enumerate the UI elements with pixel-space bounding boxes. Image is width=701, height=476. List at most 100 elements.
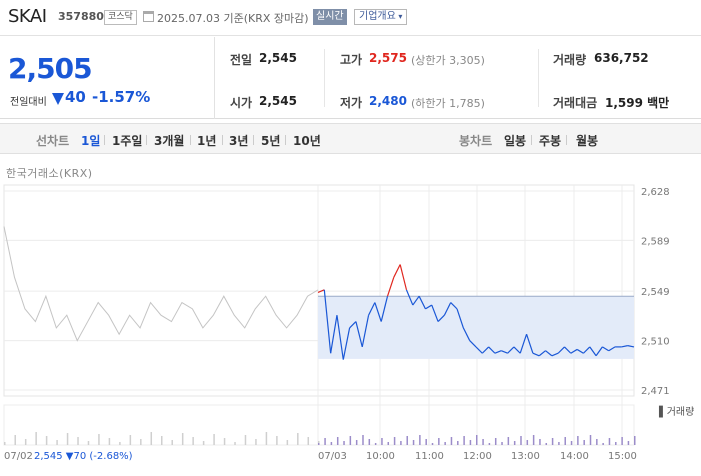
volume-bar-prev [161,436,163,445]
volume-bar-cur [539,439,541,445]
volume-bar-prev [192,437,194,445]
volume-bar-cur [419,435,421,445]
x-tick-label: 14:00 [560,451,589,462]
volume-bar-prev [181,433,184,445]
volume-bar-prev [108,438,111,445]
y-tick-label: 2,471 [641,386,670,397]
volume-bar-cur [532,435,535,445]
volume-bar-cur [501,442,503,445]
volume-bar-cur [362,435,364,445]
volume-bar-cur [343,441,345,445]
y-tick-label: 2,510 [641,337,670,348]
volume-bar-cur [469,440,472,445]
volume-bar-cur [324,438,326,445]
volume-bar-cur [589,435,592,445]
prev-summary: 2,545 ▼70 (-2.68%) [34,451,133,462]
volume-bar-cur [526,440,529,445]
volume-bar-prev [87,441,90,445]
plot-frame [3,184,635,397]
volume-bar-prev [213,434,215,445]
y-tick-label: 2,549 [641,287,670,298]
volume-bar-prev [255,439,257,445]
volume-bar-prev [66,433,69,445]
volume-bar-cur [577,436,579,445]
volume-bar-cur [627,441,630,445]
series-segment-cur-day [399,264,408,291]
volume-bar-cur [406,436,408,445]
volume-bar-cur [387,442,390,445]
volume-bar-cur [558,442,560,445]
series-line-prev-day [3,226,319,342]
series-segment-cur-day [386,277,395,297]
volume-bar-cur [494,438,497,445]
volume-bar-cur [476,435,478,445]
volume-bar-cur [564,437,566,445]
volume-bar-cur [583,440,585,445]
volume-bar-prev [307,437,310,445]
series-segment-cur-day [393,264,401,278]
volume-bar-prev [234,442,236,445]
volume-bar-cur [330,442,333,445]
volume-bar-cur [520,436,522,445]
volume-bar-cur [545,443,548,445]
volume-bar-cur [602,443,604,445]
volume-bar-cur [634,436,636,445]
volume-bar-prev [77,437,79,445]
volume-bar-prev [119,442,121,445]
volume-bar-cur [507,437,510,445]
volume-bar-cur [349,436,352,445]
volume-bar-cur [463,436,465,445]
volume-bar-cur [381,438,383,445]
volume-bar-cur [457,441,459,445]
volume-bar-prev [24,439,27,445]
volume-bar-prev [297,433,299,445]
y-tick-label: 2,589 [641,236,670,247]
x-tick-label: 13:00 [511,451,540,462]
volume-bar-cur [438,438,440,445]
volume-bar-prev [56,440,58,445]
volume-bar-cur [336,437,339,445]
volume-bar-cur [318,443,320,445]
volume-bar-cur [393,437,396,445]
x-tick-label: 15:00 [608,451,637,462]
volume-bar-prev [244,435,247,445]
volume-bar-cur [596,439,598,445]
volume-bar-cur [513,441,516,445]
volume-bar-cur [355,440,358,445]
x-tick-label: 10:00 [366,451,395,462]
volume-bar-cur [431,443,434,445]
volume-bar-prev [129,435,132,445]
volume-bar-cur [444,442,446,445]
volume-bar-prev [150,432,153,445]
volume-bar-prev [276,436,278,445]
volume-label: ▌거래량 [658,405,694,418]
volume-bar-cur [482,439,484,445]
volume-bar-prev [35,432,37,445]
intraday-chart: 2,628 2,589 2,549 2,510 2,471 ▌거래량 10:00 11:00 1… [3,184,694,462]
volume-bar-cur [570,441,573,445]
x-tick-label: 12:00 [463,451,492,462]
volume-bar-cur [412,440,415,445]
volume-bar-cur [621,437,623,445]
volume-bar-prev [286,440,289,445]
volume-bar-cur [400,441,402,445]
x-tick-label: 11:00 [415,451,444,462]
volume-bar-prev [14,435,16,445]
volume-bar-cur [551,438,554,445]
prev-date-label: 07/02 [4,451,33,462]
volume-bar-cur [608,438,611,445]
volume-bar-cur [615,442,617,445]
volume-bar-cur [425,439,427,445]
cur-date-label: 07/03 [318,451,347,462]
volume-bar-prev [98,434,100,445]
volume-bar-cur [368,439,371,445]
y-tick-label: 2,628 [641,187,670,198]
volume-bar-prev [45,436,48,445]
volume-bar-prev [202,441,205,445]
volume-bar-prev [223,438,226,445]
volume-bar-cur [374,443,377,445]
volume-bar-prev [140,439,142,445]
volume-bar-cur [488,443,491,445]
volume-bar-prev [265,432,268,445]
volume-bar-prev [4,442,6,445]
